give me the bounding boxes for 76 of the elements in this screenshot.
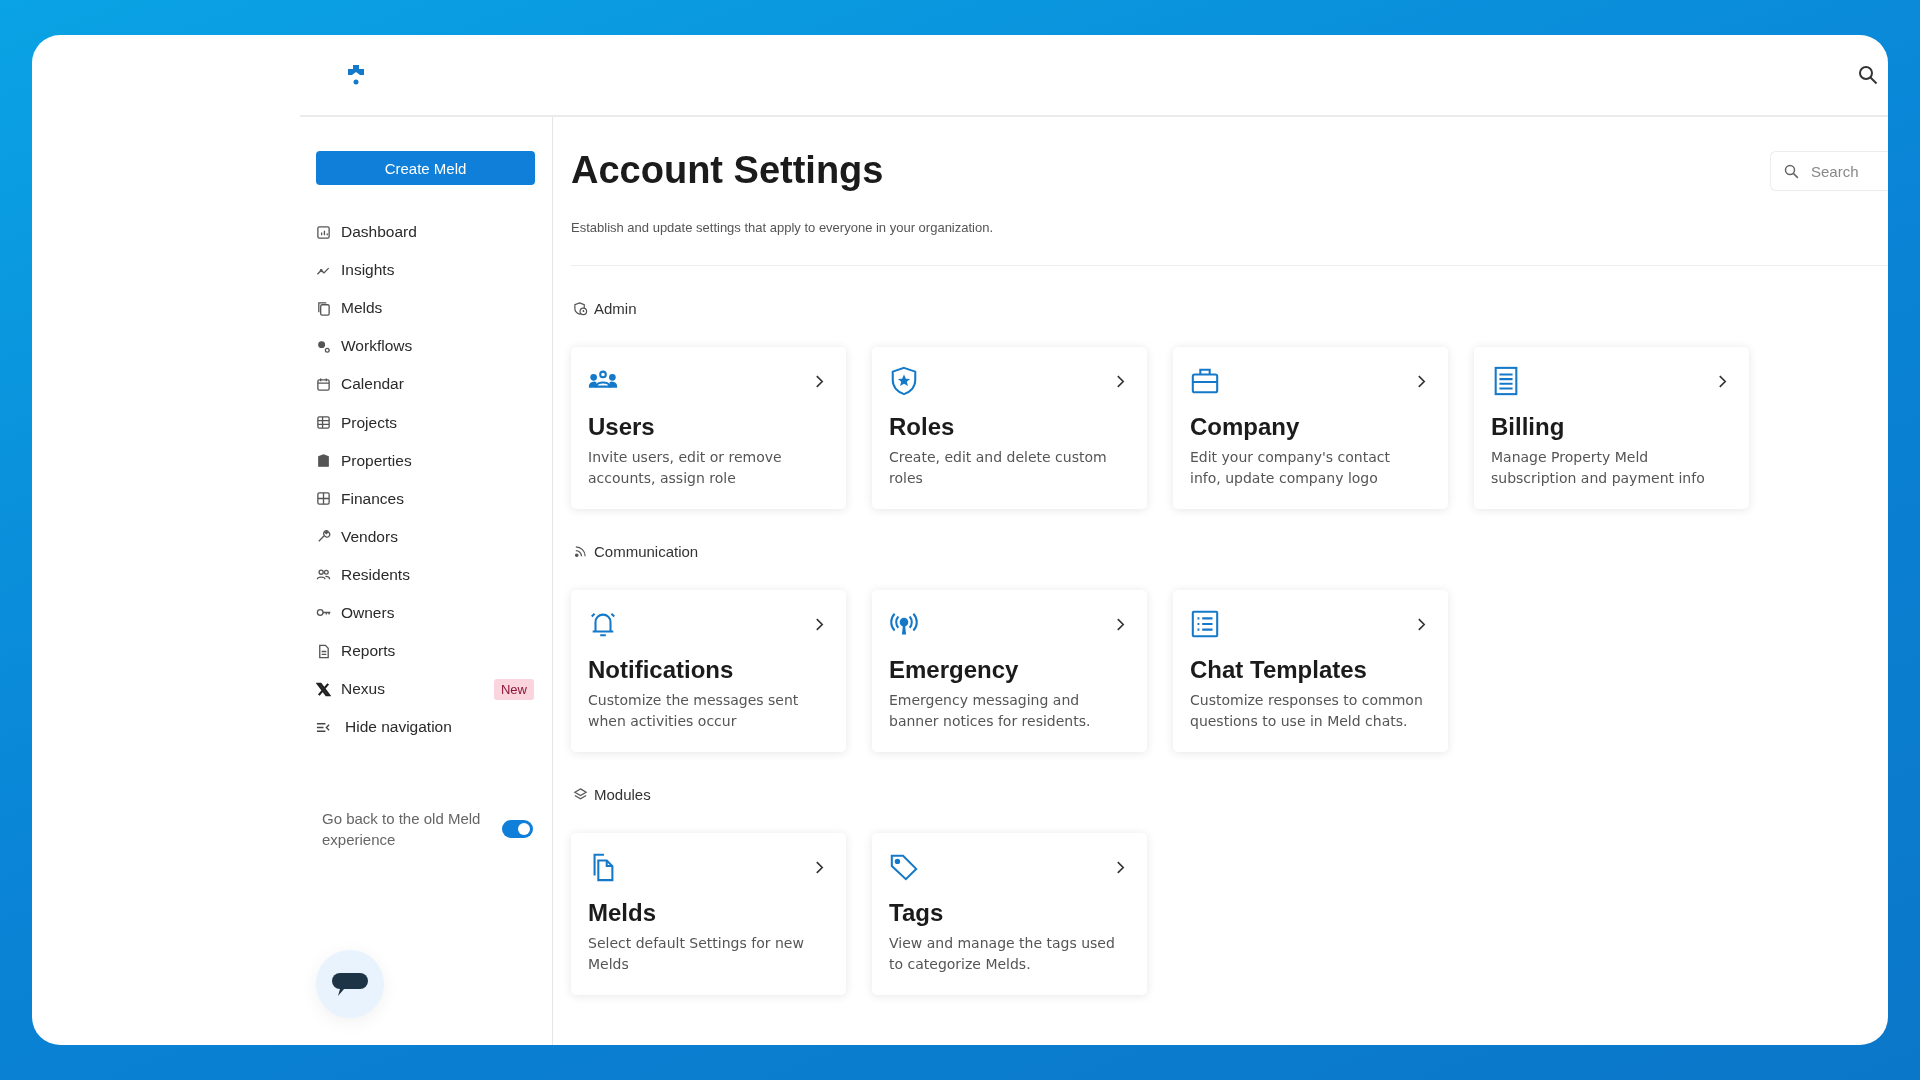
list-icon (1190, 609, 1220, 639)
briefcase-icon (1190, 366, 1220, 396)
tag-icon (889, 852, 919, 882)
document-icon (316, 643, 331, 659)
card-description: Create, edit and delete custom roles (889, 448, 1108, 488)
nav-item[interactable]: Projects (316, 403, 534, 442)
rss-icon (573, 544, 588, 559)
chevron-right-icon (1417, 616, 1426, 632)
chevron-right-icon (1116, 859, 1125, 875)
settings-card[interactable]: Billing Manage Property Meld subscription and payment info (1474, 347, 1749, 509)
settings-card[interactable]: Notifications Customize the messages sent when activities occur (571, 590, 846, 752)
settings-card[interactable]: Company Edit your company's contact info, update company logo (1173, 347, 1448, 509)
page-subtitle: Establish and update settings that apply to everyone in your organization. (571, 220, 995, 235)
toggle-label: Go back to the old Meld experience (322, 809, 482, 851)
card-title: Notifications (588, 656, 735, 684)
toggle-switch[interactable] (502, 820, 533, 839)
chevron-right-icon (1718, 373, 1727, 389)
layers-icon (573, 787, 588, 802)
section-title: Modules (594, 786, 651, 803)
shield-star-icon (889, 366, 919, 396)
card-description: Customize the messages sent when activities occur (588, 691, 800, 731)
search-icon[interactable] (1858, 65, 1878, 85)
search-field[interactable]: Search (1770, 151, 1888, 191)
dashboard-icon (316, 224, 331, 240)
settings-card[interactable]: Chat Templates Customize responses to common questions to use in Meld chats. (1173, 590, 1448, 752)
settings-card[interactable]: Emergency Emergency messaging and banner notices for residents. (872, 590, 1147, 752)
card-description: Select default Settings for new Melds (588, 934, 805, 974)
new-badge: New (494, 678, 534, 700)
shield-clock-icon (573, 301, 588, 316)
chevron-right-icon (815, 616, 824, 632)
nav-item[interactable]: Properties (316, 441, 534, 480)
create-meld-button[interactable]: Create Meld (316, 151, 535, 185)
section-title: Admin (594, 300, 637, 317)
nav-item[interactable]: Vendors (316, 517, 534, 556)
copy-icon (316, 300, 331, 316)
card-title: Company (1190, 413, 1301, 441)
card-description: Invite users, edit or remove accounts, assign role (588, 448, 783, 488)
card-description: Customize responses to common questions to use in Meld chats. (1190, 691, 1424, 731)
card-description: Edit your company's contact info, update company logo (1190, 448, 1391, 488)
chevron-right-icon (815, 373, 824, 389)
card-title: Users (588, 413, 656, 441)
nav-item[interactable]: Nexus New (316, 670, 534, 709)
nav-item[interactable]: Owners (316, 593, 534, 633)
nav-item[interactable]: Melds (316, 289, 534, 328)
card-title: Roles (889, 413, 956, 441)
card-title: Emergency (889, 656, 1020, 684)
settings-card[interactable]: Melds Select default Settings for new Melds (571, 833, 846, 995)
chevron-right-icon (1116, 373, 1125, 389)
card-description: View and manage the tags used to categorize Melds. (889, 934, 1116, 974)
table-icon (316, 415, 331, 430)
nav-item[interactable]: Dashboard (316, 213, 534, 252)
nav-item[interactable]: Finances (316, 479, 534, 518)
grid-icon (316, 491, 331, 507)
nav-item[interactable]: Residents (316, 555, 534, 594)
chevron-right-icon (1116, 616, 1125, 632)
x-logo-icon (316, 681, 331, 697)
card-description: Manage Property Meld subscription and payment info (1491, 448, 1706, 488)
card-title: Chat Templates (1190, 656, 1368, 684)
chevron-right-icon (815, 859, 824, 875)
card-description: Emergency messaging and banner notices for residents. (889, 691, 1092, 731)
settings-card[interactable]: Tags View and manage the tags used to categorize Melds. (872, 833, 1147, 995)
page-title: Account Settings (571, 149, 884, 192)
section-title: Communication (594, 543, 699, 560)
settings-card[interactable]: Roles Create, edit and delete custom roles (872, 347, 1147, 509)
card-title: Melds (588, 899, 657, 927)
search-icon (1784, 164, 1799, 179)
chevron-right-icon (1417, 373, 1426, 389)
card-title: Billing (1491, 413, 1566, 441)
nav-item[interactable]: Reports (316, 632, 534, 671)
nav-item[interactable]: Insights (316, 251, 534, 290)
calendar-icon (316, 376, 331, 392)
nav-item[interactable]: Workflows (316, 327, 534, 366)
hide-navigation-button[interactable]: Hide navigation (316, 708, 534, 747)
card-title: Tags (889, 899, 945, 927)
settings-card[interactable]: Users Invite users, edit or remove accounts, assign role (571, 347, 846, 509)
nav-item[interactable]: Calendar (316, 365, 534, 404)
